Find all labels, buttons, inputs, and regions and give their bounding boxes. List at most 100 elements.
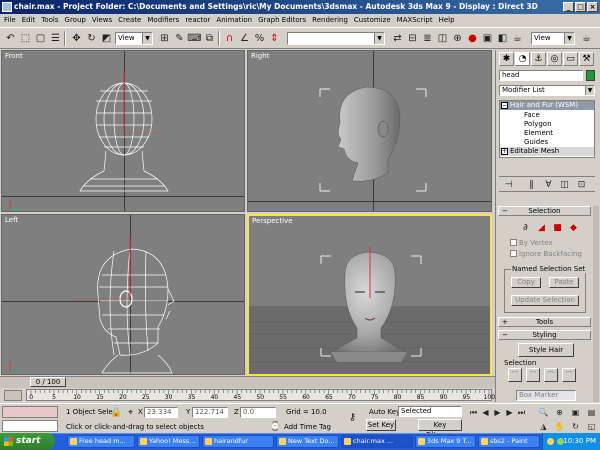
snap-icon[interactable]: ⧉ <box>202 31 217 46</box>
viewport-left[interactable]: Left <box>1 214 245 375</box>
menu-tools[interactable]: Tools <box>41 14 58 26</box>
maximize-button[interactable]: □ <box>575 2 586 12</box>
stack-item-hair-and-fur[interactable]: − Hair and Fur (WSM) <box>500 101 594 110</box>
y-coord-field[interactable]: 122.714 <box>192 407 228 418</box>
layer-manager-icon[interactable]: ≣ <box>420 31 435 46</box>
viewport-label-left[interactable]: Left <box>5 216 18 224</box>
menu-group[interactable]: Group <box>65 14 86 26</box>
stack-item-polygon[interactable]: Polygon <box>524 120 552 129</box>
object-name-field[interactable]: head <box>499 70 583 81</box>
hierarchy-tab-icon[interactable]: ⚓ <box>531 52 546 66</box>
taskbar-item[interactable]: sbs2 - Paint <box>478 435 540 448</box>
select-whole-guide-icon[interactable]: ⌒ <box>526 368 540 382</box>
menu-graph-editors[interactable]: Graph Editors <box>258 14 306 26</box>
track-bar[interactable]: 0 5 10 15 20 25 30 35 40 45 50 55 60 65 70 75 80 85 90 95 10… <box>0 389 495 402</box>
schematic-view-icon[interactable]: ⊕ <box>450 31 465 46</box>
by-vertex-checkbox[interactable]: By Vertex <box>510 239 553 247</box>
motion-tab-icon[interactable]: ◎ <box>547 52 562 66</box>
keyboard-shortcut-icon[interactable]: ⌨ <box>187 31 202 46</box>
collapse-icon[interactable]: − <box>501 102 508 109</box>
select-hair-by-end-icon[interactable]: ⌒ <box>508 368 522 382</box>
start-button[interactable]: start <box>0 433 55 450</box>
named-selection-dropdown[interactable]: ▼ <box>287 32 385 45</box>
menu-file[interactable]: File <box>4 14 16 26</box>
viewport-label-perspective[interactable]: Perspective <box>252 217 293 225</box>
select-by-name-icon[interactable]: ☰ <box>48 31 63 46</box>
x-coord-field[interactable]: 23.334 <box>144 407 178 418</box>
style-hair-button[interactable]: Style Hair <box>518 343 574 357</box>
auto-key-button[interactable]: Auto Key <box>369 408 400 416</box>
menu-customize[interactable]: Customize <box>354 14 391 26</box>
remove-modifier-icon[interactable]: ◫ <box>557 177 572 192</box>
align-icon[interactable]: ⊟ <box>405 31 420 46</box>
pan-icon[interactable]: ✋ <box>552 419 567 434</box>
viewport-perspective[interactable]: Perspective <box>247 214 492 376</box>
rollout-tools-header[interactable]: + Tools <box>498 317 591 327</box>
menu-views[interactable]: Views <box>92 14 112 26</box>
box-marker-dropdown[interactable]: Box Marker <box>516 390 576 401</box>
stack-item-guides[interactable]: Guides <box>524 138 548 147</box>
close-button[interactable]: × <box>587 2 598 12</box>
scale-icon[interactable]: ◩ <box>99 31 114 46</box>
stack-item-face[interactable]: Face <box>524 111 540 120</box>
select-manipulate-icon[interactable]: ✎ <box>172 31 187 46</box>
minimize-button[interactable]: _ <box>563 2 574 12</box>
mini-curve-toggle-icon[interactable] <box>4 390 22 401</box>
menu-maxscript[interactable]: MAXScript <box>397 14 433 26</box>
taskbar-item[interactable]: 3ds Max 9 T... <box>415 435 476 448</box>
command-panel-scrollbar[interactable] <box>593 206 599 402</box>
make-unique-icon[interactable]: ∀ <box>541 177 556 192</box>
time-slider-thumb[interactable]: 0 / 100 <box>30 377 66 387</box>
element-select-icon[interactable]: ◆ <box>566 220 581 235</box>
maxscript-input-mini[interactable] <box>2 420 58 432</box>
utilities-tab-icon[interactable]: ⚒ <box>579 52 594 66</box>
render-frame-icon[interactable]: ◧ <box>495 31 510 46</box>
render-setup-icon[interactable]: ▣ <box>480 31 495 46</box>
z-coord-field[interactable]: 0.0 <box>240 407 276 418</box>
zoom-extents-icon[interactable]: ▣ <box>568 405 583 420</box>
render-type-dropdown[interactable]: View ▼ <box>531 32 575 45</box>
mirror-icon[interactable]: ⇄ <box>390 31 405 46</box>
viewport-label-front[interactable]: Front <box>5 52 23 60</box>
edge-select-icon[interactable]: ◢ <box>534 220 549 235</box>
percent-snap-icon[interactable]: % <box>252 31 267 46</box>
zoom-icon[interactable]: 🔍 <box>536 405 551 420</box>
menu-create[interactable]: Create <box>118 14 141 26</box>
select-object-icon[interactable]: ⬚ <box>18 31 33 46</box>
menu-reactor[interactable]: reactor <box>185 14 210 26</box>
select-by-root-icon[interactable]: ⌒ <box>562 368 576 382</box>
time-tag-icon[interactable]: ⌚ <box>268 419 283 434</box>
show-end-result-icon[interactable]: ‖ <box>524 177 539 192</box>
viewport-label-right[interactable]: Right <box>251 52 269 60</box>
copy-button[interactable]: Copy <box>511 277 541 288</box>
viewport-front[interactable]: Front <box>1 50 245 212</box>
time-slider-track[interactable] <box>0 376 495 388</box>
paste-button[interactable]: Paste <box>549 277 579 288</box>
menu-rendering[interactable]: Rendering <box>312 14 348 26</box>
curve-editor-icon[interactable]: ◫ <box>435 31 450 46</box>
reference-coord-dropdown[interactable]: View ▼ <box>115 32 153 45</box>
zoom-extents-all-icon[interactable]: ▤ <box>584 405 599 420</box>
rotate-icon[interactable]: ↻ <box>84 31 99 46</box>
taskbar-item[interactable]: Free head m... <box>67 435 135 448</box>
menu-edit[interactable]: Edit <box>22 14 36 26</box>
quick-render-icon[interactable]: ☕ <box>510 31 525 46</box>
key-filters-button[interactable]: Key Filters... <box>418 419 462 439</box>
key-mode-dropdown[interactable]: Selected <box>398 406 462 417</box>
lock-selection-icon[interactable]: 🔒 <box>109 405 124 420</box>
expand-icon[interactable]: + <box>501 148 508 155</box>
arc-rotate-icon[interactable]: ↻ <box>568 419 583 434</box>
modify-tab-icon[interactable]: ◔ <box>515 52 530 66</box>
zoom-all-icon[interactable]: ⊕ <box>552 405 567 420</box>
maximize-viewport-icon[interactable]: ◱ <box>584 419 599 434</box>
move-icon[interactable]: ✥ <box>69 31 84 46</box>
update-selection-button[interactable]: Update Selection <box>511 295 579 306</box>
pivot-icon[interactable]: ⊞ <box>157 31 172 46</box>
maxscript-listener-mini[interactable] <box>2 406 58 418</box>
vertex-select-icon[interactable]: ∂ <box>518 220 533 235</box>
menu-animation[interactable]: Animation <box>216 14 252 26</box>
taskbar-item[interactable]: Yahoo! Mess... <box>137 435 200 448</box>
absolute-mode-icon[interactable]: ⌖ <box>123 405 138 420</box>
set-key-button[interactable]: Set Key <box>366 419 396 431</box>
object-color-swatch[interactable] <box>586 70 595 81</box>
